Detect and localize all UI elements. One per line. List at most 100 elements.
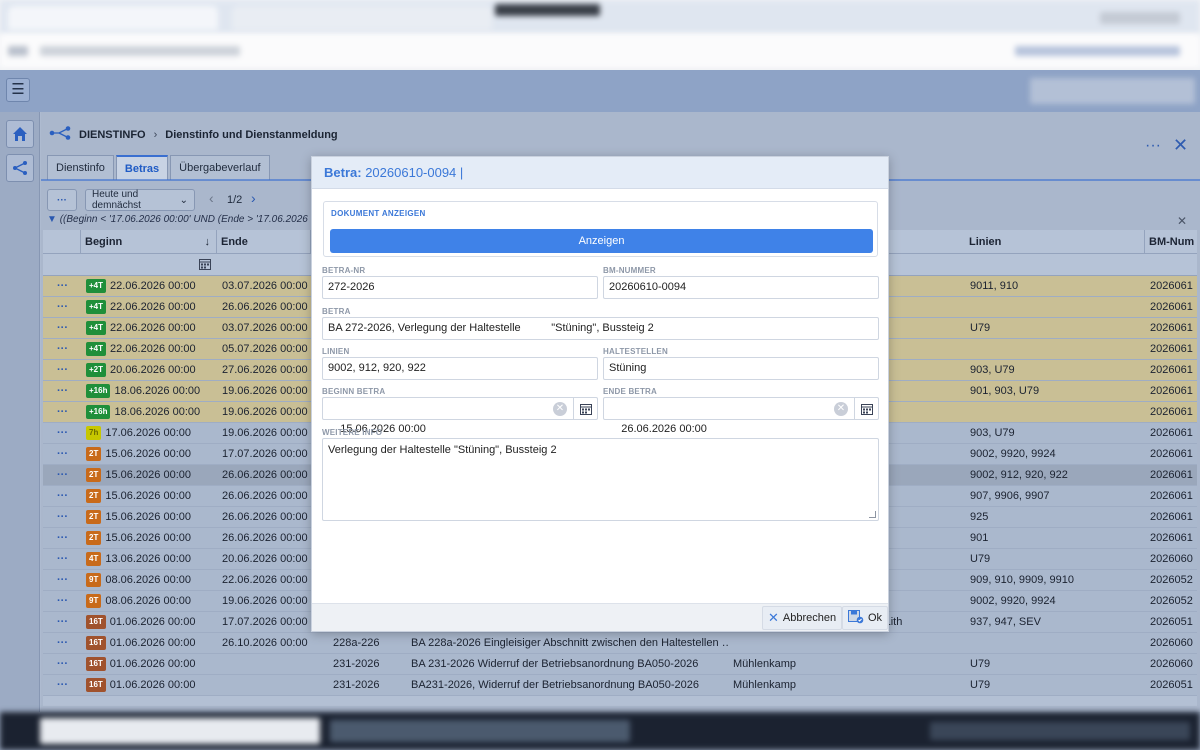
cell-beginn-value: 20.06.2026 00:00	[110, 364, 196, 376]
more-options-icon[interactable]: ···	[1145, 137, 1161, 155]
row-actions-button[interactable]: ···	[43, 318, 81, 339]
header-beginn[interactable]: Beginn ↓	[81, 230, 217, 254]
tab-dienstinfo[interactable]: Dienstinfo	[47, 155, 114, 180]
cell-beginn-value: 15.06.2026 00:00	[105, 469, 191, 481]
row-actions-button[interactable]: ···	[43, 675, 81, 696]
cell-beginn: 16T 01.06.2026 00:00	[81, 612, 217, 633]
clear-filter-icon[interactable]: ✕	[1177, 214, 1187, 228]
page-title: Dienstinfo und Dienstanmeldung	[165, 128, 338, 141]
cell-bm: 2026061	[1150, 322, 1193, 334]
cell-bm: 2026061	[1150, 532, 1193, 544]
filter-select[interactable]: Heute und demnächst ⌄	[85, 189, 195, 211]
header-bm-nummer[interactable]: BM-Num	[1145, 230, 1197, 254]
calendar-icon[interactable]	[199, 258, 211, 273]
window-buttons[interactable]	[1100, 12, 1180, 24]
url-text[interactable]	[40, 46, 240, 56]
cell-beginn: +2T 20.06.2026 00:00	[81, 360, 217, 381]
row-actions-button[interactable]: ···	[43, 528, 81, 549]
row-actions-button[interactable]: ···	[43, 654, 81, 675]
row-actions-button[interactable]: ···	[43, 423, 81, 444]
row-actions-button[interactable]: ···	[43, 465, 81, 486]
weitere-info-textarea[interactable]: Verlegung der Haltestelle "Stüning", Bus…	[322, 438, 879, 521]
cell-bm: 2026060	[1150, 553, 1193, 565]
cell-bm: 2026061	[1150, 427, 1193, 439]
row-actions-button[interactable]: ···	[43, 633, 81, 654]
browser-tab[interactable]	[232, 6, 492, 30]
betra-nr-label: BETRA-NR	[322, 266, 366, 275]
extension-icons[interactable]	[1015, 46, 1180, 56]
chevron-left-icon[interactable]: ‹	[209, 190, 214, 206]
row-actions-button[interactable]: ···	[43, 486, 81, 507]
row-actions-button[interactable]: ···	[43, 444, 81, 465]
row-actions-button[interactable]: ···	[43, 549, 81, 570]
show-document-button[interactable]: Anzeigen	[330, 229, 873, 253]
cell-beginn: 9T 08.06.2026 00:00	[81, 591, 217, 612]
beginn-betra-field[interactable]: 15.06.2026 00:00 ✕	[322, 397, 598, 435]
betra-nr-field[interactable]: 272-2026	[322, 276, 598, 299]
ende-betra-field[interactable]: 26.06.2026 00:00 ✕	[603, 397, 879, 435]
header-ende[interactable]: Ende	[217, 230, 311, 254]
breadcrumb-root[interactable]: DIENSTINFO	[79, 129, 146, 141]
sort-arrow-down-icon[interactable]: ↓	[205, 230, 211, 254]
cell-beginn: 9T 08.06.2026 00:00	[81, 570, 217, 591]
ok-button[interactable]: Ok	[842, 606, 889, 630]
taskbar-apps[interactable]	[330, 720, 630, 742]
chevron-right-icon[interactable]: ›	[251, 190, 256, 206]
cell-linien	[965, 633, 1145, 654]
weitere-info-text: Verlegung der Haltestelle "Stüning", Bus…	[328, 444, 557, 456]
clear-icon[interactable]: ✕	[834, 402, 848, 416]
row-actions-button[interactable]: ···	[43, 276, 81, 297]
user-area[interactable]	[1030, 78, 1195, 104]
row-actions-button[interactable]: ···	[43, 507, 81, 528]
document-section-title: DOKUMENT ANZEIGEN	[331, 209, 426, 218]
cell-linien: 903, U79	[970, 427, 1015, 439]
toolbar-more-button[interactable]: ···	[47, 189, 77, 211]
cell-betra: BA231-2026, Widerruf der Betriebsanordnu…	[411, 679, 700, 691]
betra-field[interactable]: BA 272-2026, Verlegung der Haltestelle "…	[322, 317, 879, 340]
row-actions-button[interactable]: ···	[43, 402, 81, 423]
cell-beginn: 16T 01.06.2026 00:00	[81, 675, 217, 696]
resize-handle[interactable]	[869, 511, 876, 518]
home-icon[interactable]	[6, 120, 34, 148]
share-icon[interactable]	[6, 154, 34, 182]
triangle-down-icon[interactable]: ▼	[47, 214, 57, 225]
row-actions-button[interactable]: ···	[43, 612, 81, 633]
haltestellen-field[interactable]: Stüning	[603, 357, 879, 380]
header-linien[interactable]: Linien	[965, 230, 1145, 254]
browser-tab[interactable]	[8, 6, 218, 30]
address-bar[interactable]	[0, 34, 1200, 70]
cell-ende: 19.06.2026 00:00	[222, 406, 308, 418]
status-badge: +4T	[86, 342, 107, 357]
row-actions-button[interactable]: ···	[43, 360, 81, 381]
clear-icon[interactable]: ✕	[553, 402, 567, 416]
cell-beginn-value: 15.06.2026 00:00	[105, 532, 191, 544]
bm-nummer-field[interactable]: 20260610-0094	[603, 276, 879, 299]
row-actions-button[interactable]: ···	[43, 381, 81, 402]
table-row[interactable]: ··· 16T 01.06.2026 00:00 231-2026 BA 231-202…	[43, 654, 1197, 675]
cell-bm: 2026061	[1150, 301, 1193, 313]
table-row[interactable]: ··· 16T 01.06.2026 00:00 231-2026 BA231-2026…	[43, 675, 1197, 696]
close-icon[interactable]: ✕	[1173, 135, 1188, 156]
cell-ende: 19.06.2026 00:00	[222, 595, 308, 607]
hamburger-menu-icon[interactable]: ☰	[6, 78, 30, 102]
table-row[interactable]: ··· 16T 01.06.2026 00:00 26.10.2026 00:00 22…	[43, 633, 1197, 654]
calendar-icon[interactable]	[854, 398, 878, 419]
calendar-icon[interactable]	[573, 398, 597, 419]
linien-field[interactable]: 9002, 912, 920, 922	[322, 357, 598, 380]
cell-beginn-value: 22.06.2026 00:00	[110, 343, 196, 355]
taskbar-search[interactable]	[40, 718, 320, 744]
row-actions-button[interactable]: ···	[43, 591, 81, 612]
tab-betras[interactable]: Betras	[115, 155, 169, 180]
row-actions-button[interactable]: ···	[43, 297, 81, 318]
share-icon	[49, 126, 71, 143]
beginn-betra-label: BEGINN BETRA	[322, 387, 386, 396]
cancel-button[interactable]: ✕ Abbrechen	[762, 606, 843, 630]
system-tray[interactable]	[930, 722, 1190, 740]
row-actions-button[interactable]: ···	[43, 570, 81, 591]
tab-uebergabeverlauf[interactable]: Übergabeverlauf	[170, 155, 270, 180]
status-badge: 2T	[86, 510, 102, 525]
cell-linien: 907, 9906, 9907	[970, 490, 1050, 502]
nav-icons[interactable]	[8, 46, 28, 56]
row-actions-button[interactable]: ···	[43, 339, 81, 360]
cell-ende: 26.06.2026 00:00	[222, 301, 308, 313]
